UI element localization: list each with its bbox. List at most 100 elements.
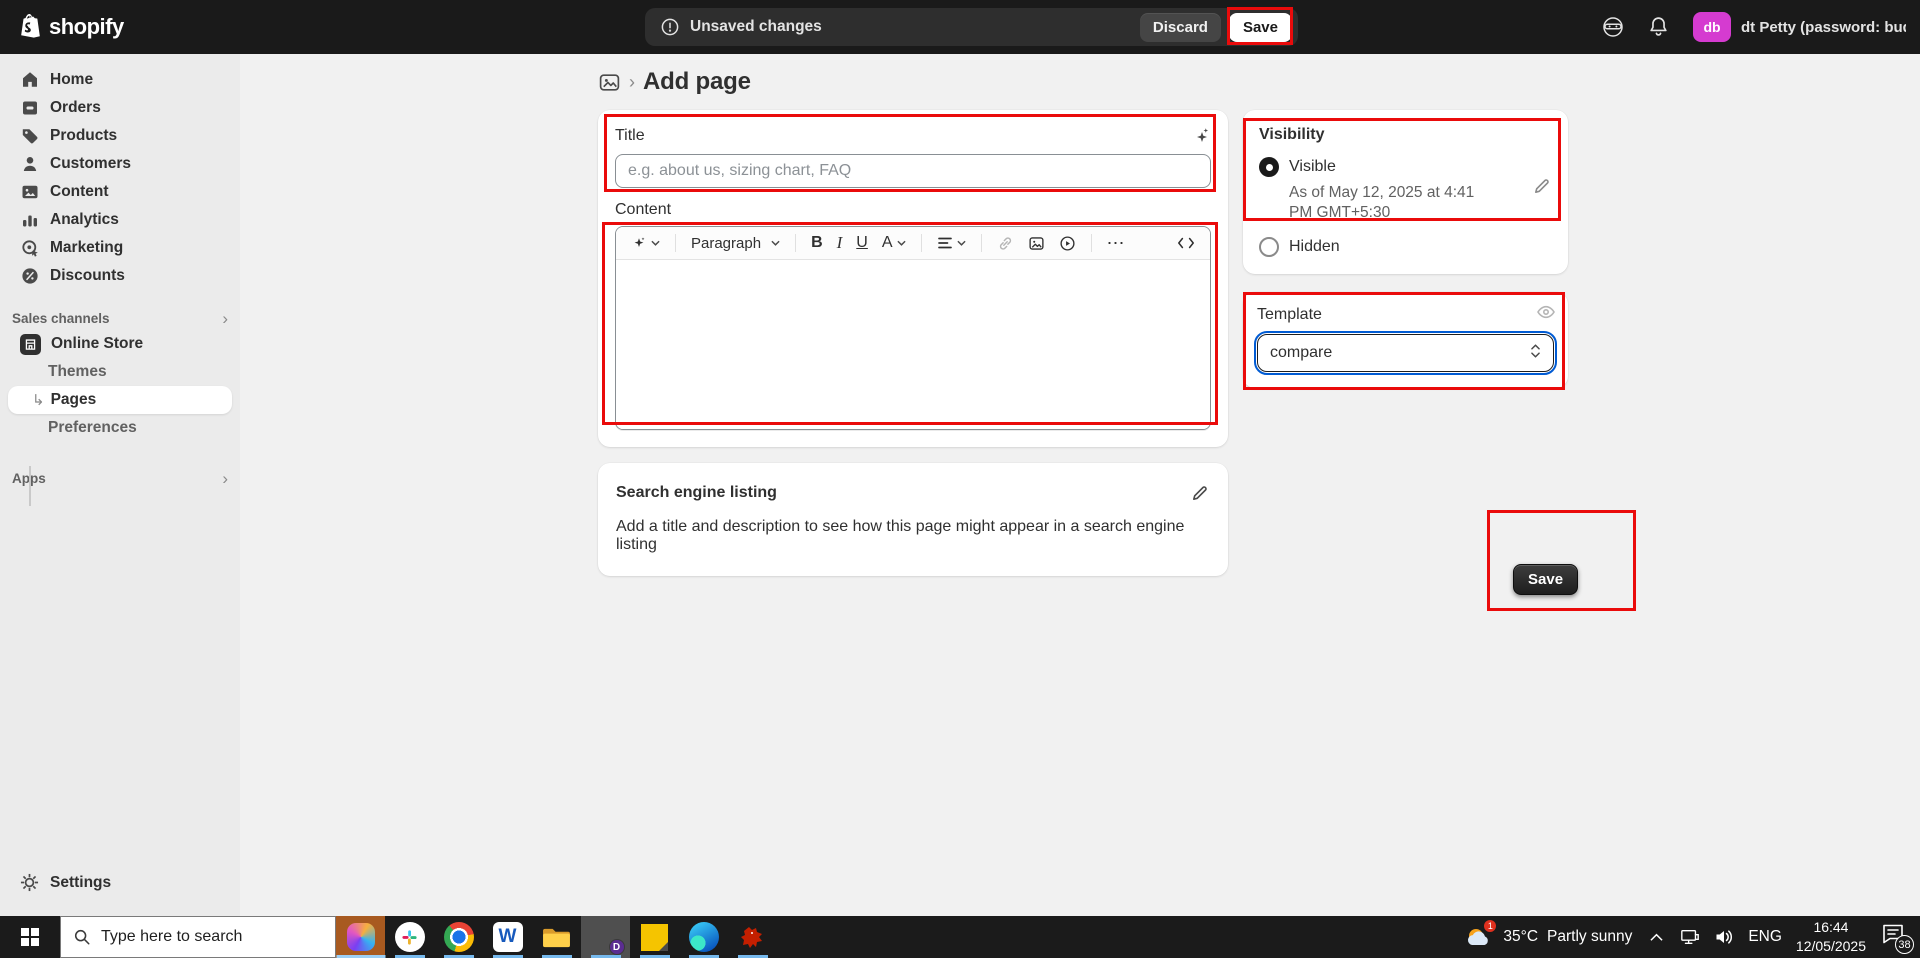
copilot-icon <box>347 923 375 951</box>
alert-icon <box>660 17 680 37</box>
taskbar-app-file-explorer[interactable] <box>532 916 581 958</box>
insert-video-icon[interactable] <box>1054 232 1081 255</box>
sidebar-item-online-store[interactable]: Online Store <box>8 330 232 358</box>
seo-card-description: Add a title and description to see how t… <box>616 518 1210 554</box>
sidebar-item-marketing[interactable]: Marketing <box>8 234 232 262</box>
shopify-bag-icon <box>18 13 43 41</box>
toolbar-divider <box>675 234 676 252</box>
insert-link-icon[interactable] <box>992 232 1019 255</box>
chrome-profile-d-badge: D <box>609 939 625 955</box>
taskbar-app-word[interactable]: W <box>483 916 532 958</box>
alignment-button[interactable] <box>932 233 971 253</box>
more-options-icon[interactable]: ⋯ <box>1102 230 1131 257</box>
network-icon[interactable] <box>1680 927 1700 947</box>
editor-toolbar: Paragraph B I U A <box>616 227 1210 260</box>
word-icon: W <box>493 922 523 952</box>
sidebar-item-content[interactable]: Content <box>8 178 232 206</box>
bold-button[interactable]: B <box>806 231 828 255</box>
unsaved-changes-text: Unsaved changes <box>690 18 822 36</box>
breadcrumb: › Add page <box>598 68 1568 96</box>
pages-breadcrumb-icon[interactable] <box>598 71 621 94</box>
taskbar-search[interactable] <box>60 916 336 958</box>
page-form-card: Title Content <box>598 110 1228 447</box>
volume-icon[interactable] <box>1714 927 1734 947</box>
language-indicator[interactable]: ENG <box>1748 928 1782 946</box>
edit-pencil-icon[interactable] <box>1190 483 1210 503</box>
weather-widget[interactable]: 1 35°C Partly sunny <box>1464 923 1632 951</box>
text-color-button[interactable]: A <box>877 231 911 255</box>
tray-chevron-up-icon[interactable] <box>1646 927 1666 947</box>
incognito-face-icon[interactable] <box>1601 15 1625 39</box>
sidebar: Home Orders Products Customers Content A… <box>0 54 240 916</box>
taskbar-app-red-mascot[interactable] <box>728 916 777 958</box>
notification-count-badge: 38 <box>1895 935 1914 954</box>
sidebar-item-discounts[interactable]: Discounts <box>8 262 232 290</box>
underline-button[interactable]: U <box>851 231 873 255</box>
notification-center[interactable]: 38 <box>1880 922 1910 952</box>
taskbar-app-chrome-profile[interactable]: D <box>581 916 630 958</box>
save-button-topbar[interactable]: Save <box>1229 13 1292 42</box>
hidden-radio-row[interactable]: Hidden <box>1259 237 1552 257</box>
windows-logo-icon <box>21 928 39 946</box>
toolbar-divider <box>795 234 796 252</box>
sidebar-item-pages[interactable]: ↳ Pages <box>8 386 232 414</box>
system-tray: 1 35°C Partly sunny ENG 16:44 12/05/2025… <box>1464 916 1920 958</box>
editor-content-area[interactable] <box>616 260 1210 429</box>
weather-condition: Partly sunny <box>1547 928 1632 946</box>
file-explorer-icon <box>541 925 572 950</box>
sidebar-item-orders[interactable]: Orders <box>8 94 232 122</box>
visible-radio-row[interactable]: Visible <box>1259 157 1552 177</box>
taskbar-search-input[interactable] <box>101 928 301 946</box>
title-input[interactable] <box>615 154 1211 188</box>
taskbar-app-copilot[interactable] <box>336 916 385 958</box>
shopify-logo[interactable]: shopify <box>18 13 124 41</box>
search-engine-listing-card: Search engine listing Add a title and de… <box>598 463 1228 576</box>
sidebar-item-home[interactable]: Home <box>8 66 232 94</box>
italic-button[interactable]: I <box>832 230 848 256</box>
start-button[interactable] <box>0 916 60 958</box>
weather-icon: 1 <box>1464 923 1494 951</box>
edit-visibility-pencil-icon[interactable] <box>1532 176 1552 196</box>
taskbar-app-slack[interactable] <box>385 916 434 958</box>
avatar: db <box>1693 12 1731 42</box>
content-icon <box>20 182 40 202</box>
content-label: Content <box>615 201 1211 219</box>
paragraph-style-dropdown[interactable]: Paragraph <box>686 232 785 255</box>
apps-header[interactable]: Apps › <box>8 466 232 490</box>
sidebar-item-customers[interactable]: Customers <box>8 150 232 178</box>
title-label: Title <box>615 127 645 145</box>
taskbar-app-sticky-notes[interactable] <box>630 916 679 958</box>
orders-icon <box>20 98 40 118</box>
ai-sparkle-icon[interactable] <box>1191 126 1211 146</box>
sales-channels-header[interactable]: Sales channels › <box>8 306 232 330</box>
topbar: shopify Unsaved changes Discard Save db … <box>0 0 1920 54</box>
sidebar-item-themes[interactable]: Themes <box>8 358 232 386</box>
tree-branch-icon: ↳ <box>32 391 45 409</box>
sidebar-item-preferences[interactable]: Preferences <box>8 414 232 442</box>
select-updown-icon <box>1530 343 1541 364</box>
tray-date: 12/05/2025 <box>1796 937 1866 956</box>
save-button-annotated[interactable]: Save <box>1513 564 1578 595</box>
user-menu[interactable]: db dt Petty (password: budd... <box>1693 12 1906 42</box>
sidebar-item-settings[interactable]: Settings <box>8 868 232 898</box>
taskbar-app-chrome[interactable] <box>434 916 483 958</box>
sticky-notes-icon <box>641 924 668 951</box>
template-title: Template <box>1257 306 1554 324</box>
user-name: dt Petty (password: budd... <box>1741 19 1906 36</box>
sidebar-item-products[interactable]: Products <box>8 122 232 150</box>
ai-assist-button[interactable] <box>626 232 665 254</box>
sidebar-item-analytics[interactable]: Analytics <box>8 206 232 234</box>
clock-widget[interactable]: 16:44 12/05/2025 <box>1796 918 1866 956</box>
insert-image-icon[interactable] <box>1023 232 1050 255</box>
chevron-right-icon: › <box>222 470 228 487</box>
visible-radio[interactable] <box>1259 157 1279 177</box>
template-select[interactable]: compare <box>1257 334 1554 372</box>
discard-button[interactable]: Discard <box>1140 13 1221 42</box>
template-card: Template compare <box>1243 292 1568 388</box>
taskbar-app-edge[interactable] <box>679 916 728 958</box>
notifications-bell-icon[interactable] <box>1647 15 1671 39</box>
preview-eye-icon[interactable] <box>1536 302 1556 322</box>
code-view-icon[interactable] <box>1172 233 1200 253</box>
hidden-radio[interactable] <box>1259 237 1279 257</box>
products-icon <box>20 126 40 146</box>
